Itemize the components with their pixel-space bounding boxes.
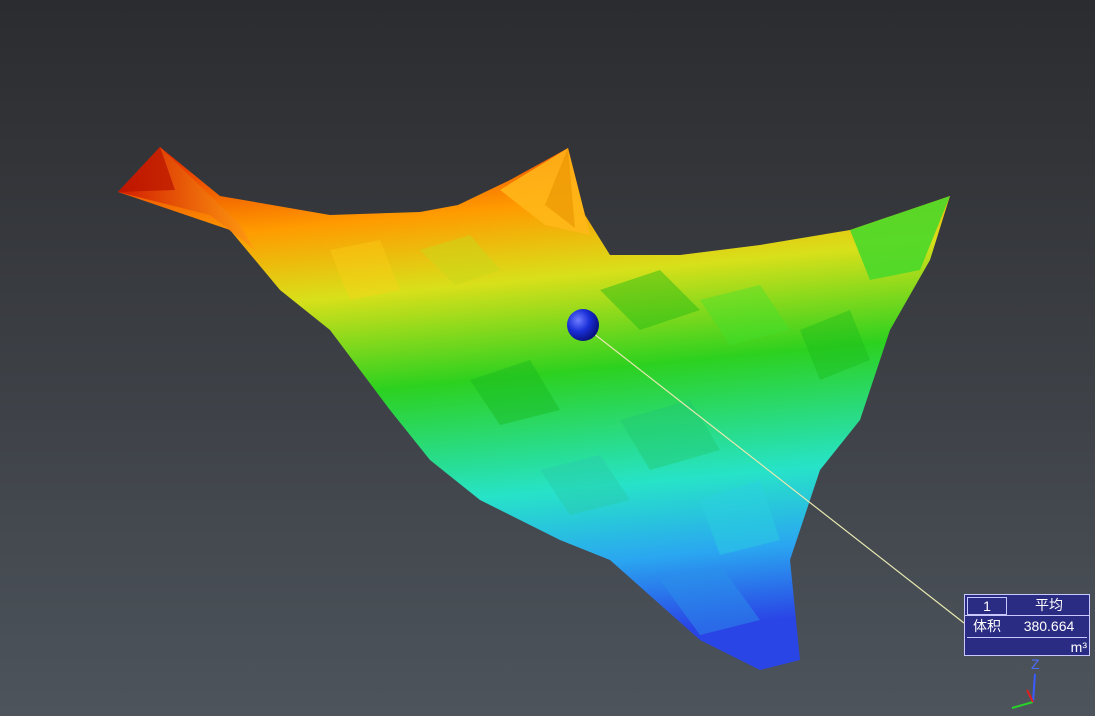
- axis-triad-icon: [1011, 673, 1036, 709]
- label-statistic: 平均: [1035, 597, 1063, 613]
- label-field-value: 380.664: [1023, 618, 1075, 634]
- label-unit: m³: [967, 637, 1087, 655]
- measurement-label[interactable]: 1 平均 体积 380.664 m³: [964, 594, 1090, 656]
- z-axis-label: Z: [1031, 656, 1040, 672]
- 3d-viewport[interactable]: [0, 0, 1095, 716]
- label-field-name: 体积: [973, 618, 1001, 634]
- volume-mesh[interactable]: [118, 147, 950, 670]
- centroid-marker[interactable]: [567, 309, 599, 341]
- label-id: 1: [967, 597, 1007, 615]
